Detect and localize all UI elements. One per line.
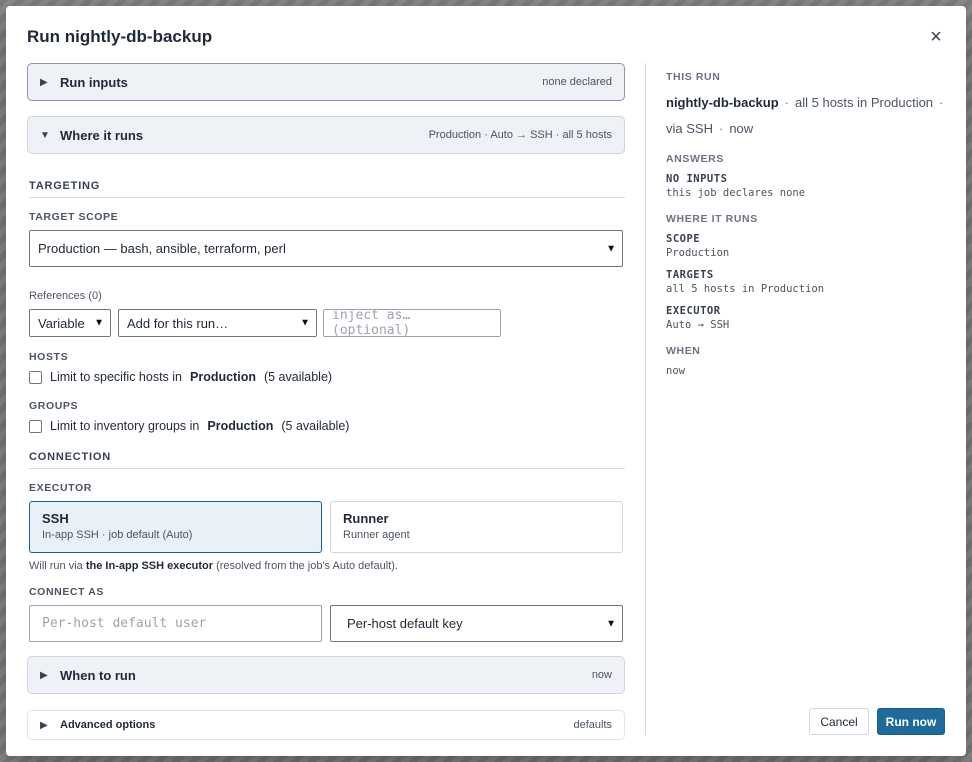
when-heading: WHEN bbox=[666, 345, 701, 357]
connect-as-label: CONNECT AS bbox=[29, 586, 105, 598]
executor-name: SSH bbox=[42, 511, 69, 526]
limit-groups-count: (5 available) bbox=[281, 419, 350, 433]
run-summary-line: nightly-db-backup · all 5 hosts in Product… bbox=[666, 95, 944, 136]
chevron-right-icon: ▶ bbox=[40, 719, 48, 731]
executor-option-ssh[interactable]: SSH In-app SSH · job default (Auto) bbox=[29, 501, 322, 553]
summary-hosts: all 5 hosts in Production bbox=[795, 95, 934, 110]
accordion-title: Where it runs bbox=[60, 127, 144, 143]
this-run-heading: THIS RUN bbox=[666, 71, 721, 83]
executor-name: Runner bbox=[343, 511, 389, 526]
chevron-down-icon: ▼ bbox=[300, 317, 310, 329]
chevron-down-icon: ▼ bbox=[606, 618, 616, 629]
accordion-summary: defaults bbox=[573, 719, 612, 731]
accordion-where-it-runs[interactable]: ▼ Where it runs Production · Auto → SSH … bbox=[27, 116, 625, 154]
hosts-label: HOSTS bbox=[29, 351, 69, 363]
executor-note-prefix: Will run via bbox=[29, 560, 83, 572]
scope-value: Production bbox=[666, 247, 730, 259]
summary-when: now bbox=[729, 121, 754, 136]
limit-groups-checkbox[interactable] bbox=[29, 419, 42, 433]
limit-hosts-env: Production bbox=[190, 370, 256, 384]
executor-note: Will run via the In-app SSH executor (re… bbox=[29, 560, 398, 572]
accordion-advanced-options[interactable]: ▶ Advanced options defaults bbox=[27, 710, 625, 740]
chevron-down-icon: ▼ bbox=[94, 317, 104, 329]
groups-label: GROUPS bbox=[29, 400, 79, 412]
accordion-title: When to run bbox=[60, 667, 136, 683]
limit-hosts-count: (5 available) bbox=[263, 370, 333, 384]
connection-heading: CONNECTION bbox=[29, 451, 625, 469]
run-now-button[interactable]: Run now bbox=[877, 708, 945, 735]
reference-type-value: Variable bbox=[38, 315, 85, 331]
limit-groups-env: Production bbox=[207, 419, 274, 433]
limit-hosts-text: Limit to specific hosts in bbox=[50, 370, 182, 384]
executor-note-bold: the In-app SSH executor bbox=[85, 560, 213, 572]
accordion-run-inputs[interactable]: ▶ Run inputs none declared bbox=[27, 63, 625, 101]
executor-desc: Runner agent bbox=[343, 529, 410, 541]
no-inputs-key: NO INPUTS bbox=[666, 173, 728, 185]
accordion-when-to-run[interactable]: ▶ When to run now bbox=[27, 656, 625, 694]
accordion-title: Run inputs bbox=[60, 74, 128, 90]
no-inputs-value: this job declares none bbox=[666, 187, 806, 199]
executor-option-runner[interactable]: Runner Runner agent bbox=[330, 501, 623, 553]
target-scope-label: TARGET SCOPE bbox=[29, 211, 119, 223]
answers-heading: ANSWERS bbox=[666, 153, 724, 165]
limit-hosts-checkbox[interactable] bbox=[29, 370, 42, 384]
executor-desc: In-app SSH · job default (Auto) bbox=[42, 529, 193, 541]
limit-hosts-row[interactable]: Limit to specific hosts in Production (5… bbox=[29, 370, 332, 384]
target-scope-select[interactable]: Production — bash, ansible, terraform, p… bbox=[29, 230, 623, 267]
summary-via: via SSH bbox=[666, 121, 713, 136]
connect-user-placeholder: Per-host default user bbox=[42, 616, 207, 631]
executor-note-suffix: (resolved from the job's Auto default). bbox=[216, 560, 398, 572]
reference-type-select[interactable]: Variable ▼ bbox=[29, 309, 111, 337]
reference-add-select[interactable]: Add for this run… ▼ bbox=[118, 309, 317, 337]
accordion-summary: none declared bbox=[542, 76, 612, 88]
run-job-modal: Run nightly-db-backup × ▶ Run inputs non… bbox=[6, 6, 966, 756]
connect-key-select[interactable]: Per-host default key ▼ bbox=[330, 605, 623, 642]
where-it-runs-heading: WHERE IT RUNS bbox=[666, 213, 758, 225]
targets-key: TARGETS bbox=[666, 269, 714, 281]
scope-key: SCOPE bbox=[666, 233, 701, 245]
reference-inject-input[interactable]: inject as… (optional) bbox=[323, 308, 501, 338]
when-value: now bbox=[666, 365, 685, 377]
targets-value: all 5 hosts in Production bbox=[666, 283, 825, 295]
chevron-down-icon: ▼ bbox=[40, 129, 50, 141]
close-icon[interactable]: × bbox=[926, 27, 946, 47]
modal-title: Run nightly-db-backup bbox=[27, 27, 213, 46]
accordion-summary: Production · Auto → SSH · all 5 hosts bbox=[428, 129, 612, 141]
executor-label: EXECUTOR bbox=[29, 482, 92, 494]
panel-divider bbox=[645, 63, 646, 735]
references-label: References (0) bbox=[29, 290, 102, 302]
connect-key-value: Per-host default key bbox=[347, 616, 463, 631]
accordion-summary: now bbox=[591, 669, 612, 681]
target-scope-value: Production — bash, ansible, terraform, p… bbox=[38, 241, 286, 256]
chevron-right-icon: ▶ bbox=[40, 76, 48, 88]
chevron-down-icon: ▼ bbox=[606, 243, 616, 254]
connect-user-input[interactable]: Per-host default user bbox=[29, 605, 322, 642]
executor-value: Auto → SSH bbox=[666, 319, 730, 331]
limit-groups-row[interactable]: Limit to inventory groups in Production … bbox=[29, 419, 349, 433]
chevron-right-icon: ▶ bbox=[40, 669, 48, 681]
limit-groups-text: Limit to inventory groups in bbox=[50, 419, 200, 433]
targeting-heading: TARGETING bbox=[29, 180, 625, 198]
reference-add-value: Add for this run… bbox=[127, 315, 229, 331]
accordion-title: Advanced options bbox=[60, 719, 156, 731]
summary-job: nightly-db-backup bbox=[666, 95, 779, 110]
cancel-button[interactable]: Cancel bbox=[809, 708, 869, 735]
reference-inject-placeholder: inject as… (optional) bbox=[332, 308, 411, 338]
executor-key: EXECUTOR bbox=[666, 305, 721, 317]
